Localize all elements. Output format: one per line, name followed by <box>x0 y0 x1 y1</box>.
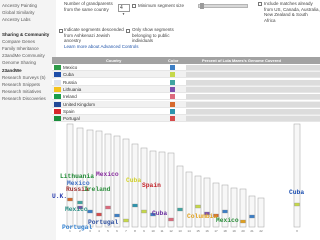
country-annotation: Mexico <box>216 217 239 224</box>
ancestry-segment <box>114 213 120 218</box>
chromosome-chart: 1 2 3 4 5 6 7 8 9 10 11 12 13 14 15 16 17 18 19 20 21 22 X U.K… <box>52 123 304 233</box>
chromosome-bar-22[interactable] <box>257 197 265 228</box>
chromosome-label-21: 21 <box>250 229 254 233</box>
country-annotation: Cuba <box>289 189 304 196</box>
chromosome-label-X: X <box>296 229 298 233</box>
chromosome-bar-4[interactable] <box>95 130 103 228</box>
chromosome-bar-8[interactable] <box>131 143 139 228</box>
ancestry-segment <box>222 209 228 214</box>
chromosome-label-19: 19 <box>232 229 236 233</box>
chromosome-bar-13[interactable] <box>176 165 184 228</box>
ancestry-segment <box>177 207 183 212</box>
ancestry-segment <box>294 202 300 207</box>
chromosome-tick-labels: 1 2 3 4 5 6 7 8 9 10 11 12 13 14 15 16 17 18 19 20 21 22 X <box>69 229 298 233</box>
chromosome-label-17: 17 <box>214 229 218 233</box>
chromosome-label-13: 13 <box>178 229 182 233</box>
chromosome-bar-5[interactable] <box>104 133 112 228</box>
chromosome-label-10: 10 <box>151 229 155 233</box>
ancestry-segment <box>141 209 147 214</box>
chromosome-label-15: 15 <box>196 229 200 233</box>
ancestry-segment <box>87 209 93 214</box>
chromosome-label-14: 14 <box>187 229 191 233</box>
country-annotation: U.K. <box>52 193 67 200</box>
country-annotation: Columbia <box>187 213 217 220</box>
ancestry-segment <box>105 205 111 210</box>
chromosome-label-11: 11 <box>160 229 163 233</box>
chromosome-bar-6[interactable] <box>113 135 121 228</box>
country-annotation: Cuba <box>126 177 141 184</box>
ancestry-segment <box>132 203 138 208</box>
chromosome-label-4: 4 <box>98 229 100 233</box>
chromosome-label-22: 22 <box>259 229 263 233</box>
chromosome-label-6: 6 <box>116 229 118 233</box>
ancestry-segment <box>240 219 246 224</box>
chromosome-label-9: 9 <box>143 229 145 233</box>
ancestry-segment <box>77 200 83 205</box>
chromosome-bar-21[interactable] <box>248 195 256 228</box>
ancestry-segment <box>67 197 73 202</box>
country-annotation: Mexico <box>65 206 88 213</box>
country-annotation: Mexico <box>96 171 119 178</box>
ancestry-segment <box>249 214 255 219</box>
ancestry-segment <box>123 218 129 223</box>
chromosome-label-7: 7 <box>125 229 127 233</box>
country-annotation: Portugal <box>88 219 118 226</box>
chromosome-bar-12[interactable] <box>167 152 175 228</box>
chromosome-label-8: 8 <box>134 229 136 233</box>
ancestry-segment <box>168 217 174 222</box>
ancestry-segment <box>96 212 102 217</box>
country-annotation: Spain <box>142 182 161 189</box>
country-annotation: Lithuania <box>60 173 94 180</box>
country-annotation: Ireland <box>84 186 111 193</box>
chromosome-label-12: 12 <box>169 229 173 233</box>
chromosome-label-18: 18 <box>223 229 227 233</box>
chromosome-label-5: 5 <box>107 229 109 233</box>
ancestry-segment <box>195 204 201 209</box>
chromosome-label-20: 20 <box>241 229 245 233</box>
chromosome-bar-X[interactable] <box>293 123 301 228</box>
country-annotation: Cuba <box>152 210 167 217</box>
chromosome-label-16: 16 <box>205 229 209 233</box>
